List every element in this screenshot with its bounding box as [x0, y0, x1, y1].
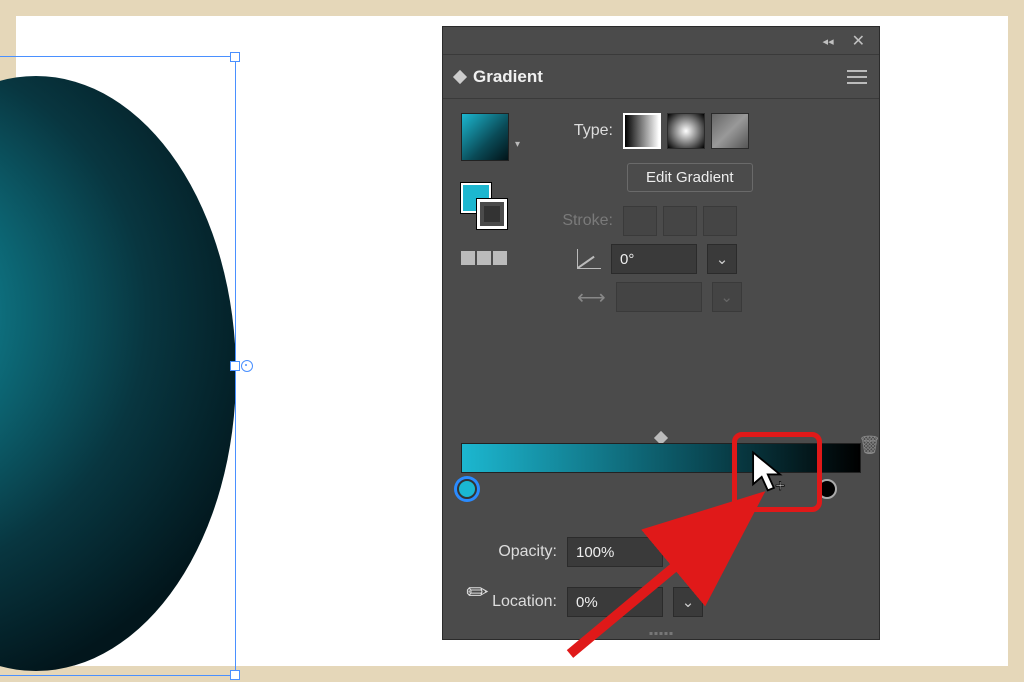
panel-title-bar: ✕ [443, 27, 879, 55]
type-linear-button[interactable] [623, 113, 661, 149]
aspect-ratio-icon: ⟷ [577, 285, 606, 310]
resize-handle[interactable] [230, 670, 240, 680]
angle-input[interactable]: 0° [611, 244, 697, 274]
swatch-column: ▾ [461, 113, 523, 265]
diamond-icon [453, 69, 467, 83]
stroke-along-button [663, 206, 697, 236]
options-column: Type: Edit Gradient Stroke: 0° [543, 113, 861, 312]
stroke-across-button [703, 206, 737, 236]
origin-point-icon[interactable] [241, 360, 253, 372]
panel-tab-row: Gradient [443, 55, 879, 99]
stroke-swatch[interactable] [477, 199, 507, 229]
panel-menu-icon[interactable] [847, 70, 867, 84]
angle-dropdown-icon[interactable]: ⌄ [707, 244, 737, 274]
gradient-stop-start[interactable] [457, 479, 477, 499]
stroke-within-button [623, 206, 657, 236]
reverse-gradient-icon[interactable] [461, 251, 523, 265]
angle-icon [577, 249, 601, 269]
type-freeform-button[interactable] [711, 113, 749, 149]
delete-stop-icon[interactable]: 🗑 [858, 435, 881, 456]
selection-bounding-box [0, 56, 236, 676]
close-icon[interactable]: ✕ [852, 31, 865, 51]
svg-text:+: + [775, 477, 785, 494]
tab-label: Gradient [473, 67, 543, 87]
fill-stroke-toggle[interactable] [461, 183, 507, 229]
swatch-menu-icon[interactable]: ▾ [515, 139, 520, 150]
gradient-preview-swatch[interactable] [461, 113, 509, 161]
type-label: Type: [543, 122, 613, 140]
resize-handle[interactable] [230, 361, 240, 371]
type-radial-button[interactable] [667, 113, 705, 149]
resize-handle[interactable] [230, 52, 240, 62]
collapse-icon[interactable] [823, 32, 834, 49]
cursor-add-icon: + [750, 450, 788, 499]
edit-gradient-button[interactable]: Edit Gradient [627, 163, 753, 192]
stroke-label: Stroke: [543, 212, 613, 230]
aspect-dropdown-icon: ⌄ [712, 282, 742, 312]
aspect-input [616, 282, 702, 312]
tab-gradient[interactable]: Gradient [455, 67, 543, 87]
